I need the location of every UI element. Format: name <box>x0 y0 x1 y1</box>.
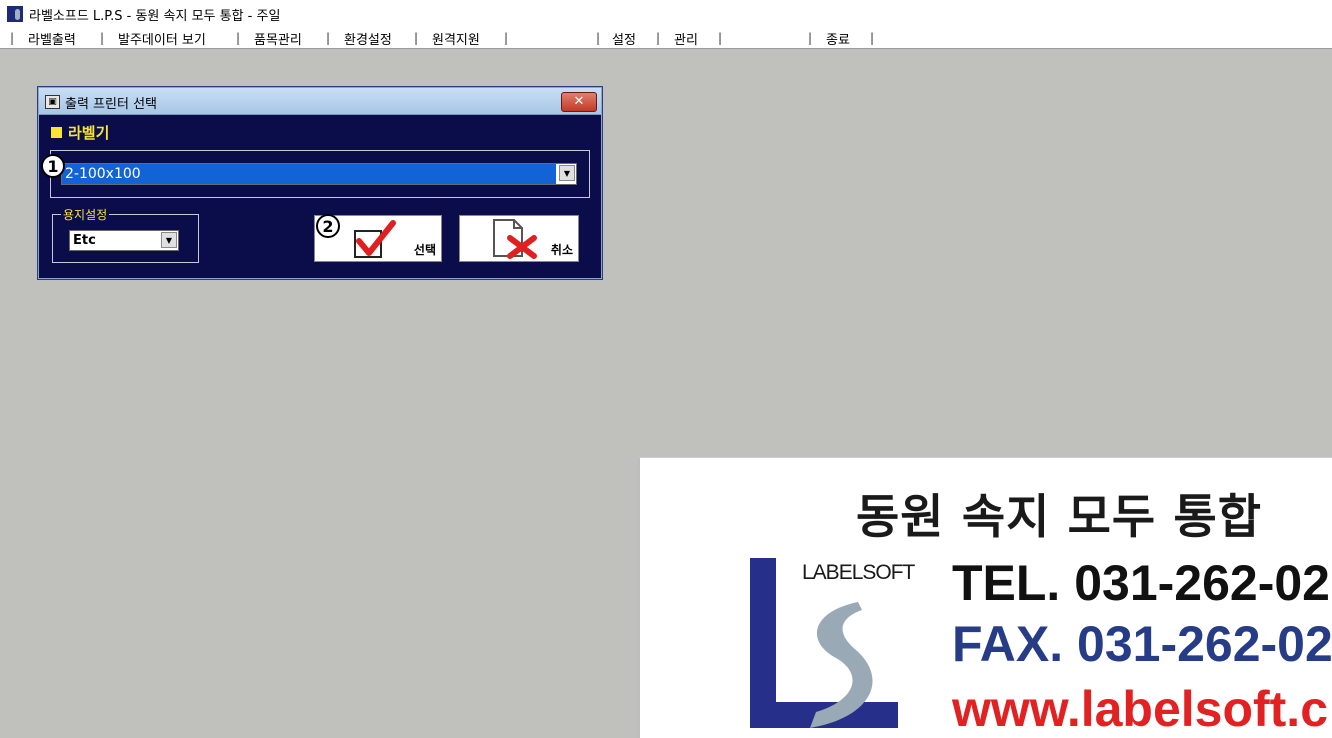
dialog-titlebar: ▣ 출력 프린터 선택 ✕ <box>39 88 601 115</box>
printer-select[interactable]: 2-100x100 ▼ <box>61 163 577 185</box>
logo-text: LABELSOFT <box>802 561 915 584</box>
menu-separator: | <box>596 31 601 45</box>
paper-settings-label: 용지설정 <box>61 206 110 223</box>
app-logo-icon <box>7 6 23 22</box>
step-badge-2: 2 <box>316 214 340 238</box>
fax-number: FAX. 031-262-027 <box>952 616 1332 672</box>
menu-item-settings-env[interactable]: 환경설정 <box>344 29 392 48</box>
banner-title: 동원 속지 모두 통합 <box>856 490 1263 545</box>
chevron-down-icon[interactable]: ▼ <box>161 232 177 248</box>
cancel-button[interactable]: 취소 <box>459 215 579 262</box>
menu-item-order-data[interactable]: 발주데이터 보기 <box>118 29 206 48</box>
menu-item-label-print[interactable]: 라벨출력 <box>28 29 76 48</box>
chevron-down-icon[interactable]: ▼ <box>559 165 575 181</box>
menu-separator: | <box>504 31 509 45</box>
checkmark-icon <box>354 220 396 258</box>
printer-select-dialog: ▣ 출력 프린터 선택 ✕ 라벨기 2-100x100 ▼ 1 용지설정 Etc… <box>38 87 602 279</box>
cancel-document-icon <box>493 219 537 259</box>
menu-separator: | <box>656 31 661 45</box>
yellow-square-icon <box>51 127 62 138</box>
section-label-text: 라벨기 <box>68 124 110 142</box>
dialog-title: 출력 프린터 선택 <box>65 97 157 112</box>
menu-separator: | <box>236 31 241 45</box>
phone-number: TEL. 031-262-020 <box>952 555 1332 611</box>
menu-separator: | <box>414 31 419 45</box>
menu-separator: | <box>718 31 723 45</box>
menu-separator: | <box>100 31 105 45</box>
cancel-button-label: 취소 <box>550 243 573 257</box>
paper-select[interactable]: Etc ▼ <box>69 230 179 251</box>
menu-bar: | 라벨출력 | 발주데이터 보기 | 품목관리 | 환경설정 | 원격지원 |… <box>0 28 1332 48</box>
menu-item-remote[interactable]: 원격지원 <box>432 29 480 48</box>
paper-select-value: Etc <box>73 233 96 248</box>
step-badge-1: 1 <box>41 154 65 178</box>
menu-item-admin[interactable]: 관리 <box>674 29 698 48</box>
menu-separator: | <box>808 31 813 45</box>
website-url: www.labelsoft.c <box>952 681 1329 737</box>
company-banner: 동원 속지 모두 통합 LABELSOFT TEL. 031-262-020 F… <box>638 457 1332 738</box>
printer-select-value: 2-100x100 <box>62 164 556 184</box>
paper-settings-group: 용지설정 Etc ▼ <box>52 206 199 263</box>
menu-item-exit[interactable]: 종료 <box>826 29 850 48</box>
window-title: 라벨소프드 L.P.S - 동원 속지 모두 통합 - 주일 <box>29 8 281 24</box>
close-button[interactable]: ✕ <box>561 92 597 112</box>
printer-group: 2-100x100 ▼ <box>50 150 590 198</box>
menu-item-settings[interactable]: 설정 <box>612 29 636 48</box>
menu-item-items[interactable]: 품목관리 <box>254 29 302 48</box>
label-printer-section: 라벨기 <box>51 122 109 143</box>
menu-separator: | <box>10 31 15 45</box>
menu-separator: | <box>326 31 331 45</box>
window-titlebar: 라벨소프드 L.P.S - 동원 속지 모두 통합 - 주일 <box>0 0 1332 28</box>
menu-separator: | <box>870 31 875 45</box>
printer-icon: ▣ <box>45 95 60 109</box>
select-button-label: 선택 <box>413 243 436 257</box>
